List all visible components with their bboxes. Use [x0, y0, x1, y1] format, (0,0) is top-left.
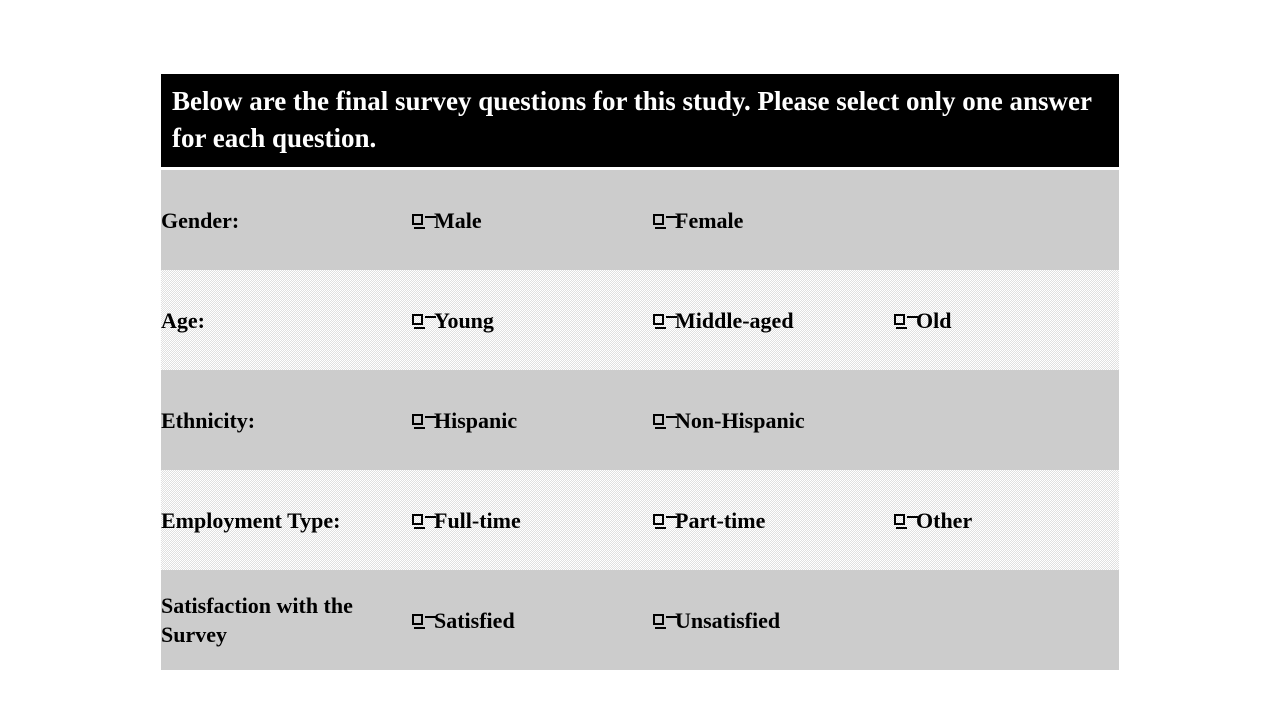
option-label: Unsatisfied: [675, 607, 781, 633]
empty-checkbox-icon[interactable]: [412, 613, 425, 629]
option-choice[interactable]: Male: [412, 206, 482, 235]
empty-checkbox-icon[interactable]: [894, 313, 907, 329]
option-choice[interactable]: Part-time: [653, 506, 765, 535]
empty-checkbox-icon[interactable]: [412, 513, 425, 529]
table-row: Ethnicity: Hispanic Non-Hispanic: [161, 370, 1119, 470]
empty-checkbox-icon[interactable]: [653, 613, 666, 629]
option-cell[interactable]: Satisfied: [412, 570, 653, 670]
option-cell[interactable]: Full-time: [412, 470, 653, 570]
survey-questions-body: Gender: Male Female Age: Young Middle-ag…: [161, 170, 1119, 670]
option-choice[interactable]: Full-time: [412, 506, 521, 535]
option-label: Full-time: [434, 507, 521, 533]
table-row: Age: Young Middle-aged Old: [161, 270, 1119, 370]
option-label: Other: [916, 507, 973, 533]
option-choice[interactable]: Young: [412, 306, 494, 335]
question-label-cell: Gender:: [161, 170, 412, 270]
table-row: Gender: Male Female: [161, 170, 1119, 270]
option-cell-empty: [894, 370, 1119, 470]
empty-checkbox-icon[interactable]: [412, 213, 425, 229]
question-label-cell: Ethnicity:: [161, 370, 412, 470]
question-label: Satisfaction with the Survey: [161, 593, 353, 647]
option-cell-empty: [894, 570, 1119, 670]
empty-checkbox-icon[interactable]: [653, 213, 666, 229]
option-cell-empty: [894, 170, 1119, 270]
empty-checkbox-icon[interactable]: [653, 313, 666, 329]
option-label: Non-Hispanic: [675, 407, 805, 433]
option-label: Hispanic: [434, 407, 518, 433]
option-cell[interactable]: Unsatisfied: [653, 570, 894, 670]
question-label: Age:: [161, 307, 205, 333]
empty-checkbox-icon[interactable]: [653, 413, 666, 429]
option-cell[interactable]: Part-time: [653, 470, 894, 570]
empty-checkbox-icon[interactable]: [412, 413, 425, 429]
empty-checkbox-icon[interactable]: [894, 513, 907, 529]
table-row: Employment Type: Full-time Part-time Oth…: [161, 470, 1119, 570]
option-choice[interactable]: Unsatisfied: [653, 606, 780, 635]
option-cell[interactable]: Female: [653, 170, 894, 270]
option-label: Female: [675, 207, 744, 233]
survey-instructions-banner: Below are the final survey questions for…: [161, 74, 1119, 167]
option-label: Middle-aged: [675, 307, 794, 333]
question-label-cell: Age:: [161, 270, 412, 370]
option-cell[interactable]: Hispanic: [412, 370, 653, 470]
option-label: Young: [434, 307, 494, 333]
option-choice[interactable]: Hispanic: [412, 406, 517, 435]
table-row: Satisfaction with the Survey Satisfied U…: [161, 570, 1119, 670]
option-choice[interactable]: Old: [894, 306, 951, 335]
option-cell[interactable]: Middle-aged: [653, 270, 894, 370]
option-choice[interactable]: Satisfied: [412, 606, 515, 635]
option-label: Part-time: [675, 507, 766, 533]
empty-checkbox-icon[interactable]: [653, 513, 666, 529]
option-choice[interactable]: Other: [894, 506, 972, 535]
question-label: Employment Type:: [161, 507, 341, 533]
option-label: Satisfied: [434, 607, 515, 633]
option-choice[interactable]: Non-Hispanic: [653, 406, 805, 435]
question-label: Ethnicity:: [161, 407, 256, 433]
question-label-cell: Employment Type:: [161, 470, 412, 570]
option-cell[interactable]: Young: [412, 270, 653, 370]
question-label-cell: Satisfaction with the Survey: [161, 570, 412, 670]
option-label: Male: [434, 207, 482, 233]
option-cell[interactable]: Old: [894, 270, 1119, 370]
option-cell[interactable]: Non-Hispanic: [653, 370, 894, 470]
survey-form: Below are the final survey questions for…: [161, 74, 1119, 670]
option-cell[interactable]: Male: [412, 170, 653, 270]
empty-checkbox-icon[interactable]: [412, 313, 425, 329]
survey-questions-table: Gender: Male Female Age: Young Middle-ag…: [161, 170, 1119, 670]
option-label: Old: [916, 307, 952, 333]
question-label: Gender:: [161, 207, 240, 233]
option-cell[interactable]: Other: [894, 470, 1119, 570]
option-choice[interactable]: Middle-aged: [653, 306, 794, 335]
option-choice[interactable]: Female: [653, 206, 743, 235]
